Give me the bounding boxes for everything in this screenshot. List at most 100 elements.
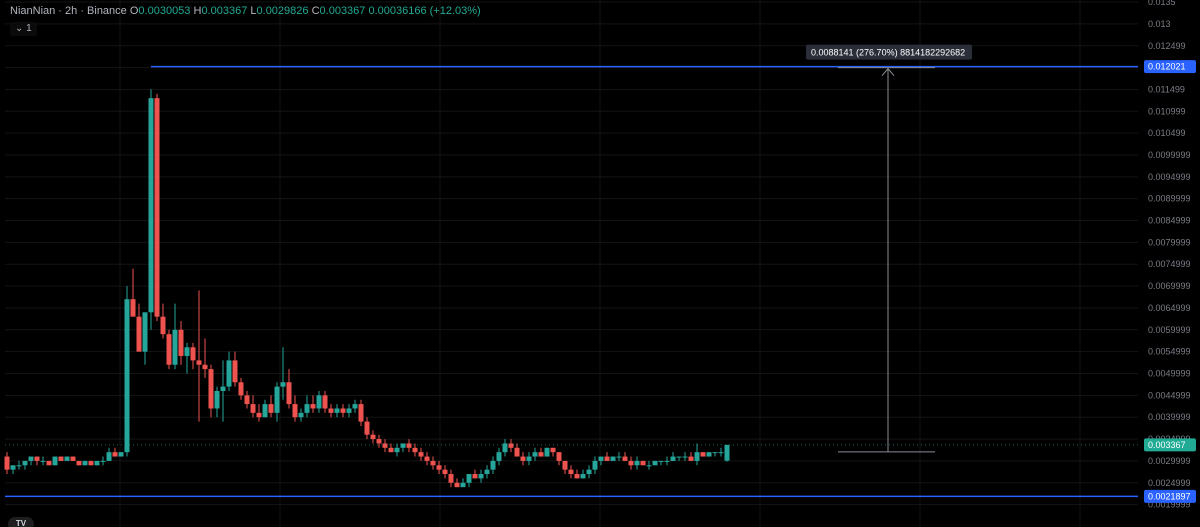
candle-body bbox=[706, 452, 712, 457]
candle-body bbox=[478, 474, 484, 479]
candle-body bbox=[148, 98, 154, 313]
candle-body bbox=[244, 395, 250, 405]
candle-body bbox=[718, 452, 724, 454]
high-value: 0.003367 bbox=[201, 5, 248, 17]
candle-body bbox=[658, 460, 664, 462]
candle-body bbox=[700, 452, 706, 457]
candle-body bbox=[370, 434, 376, 440]
candle-body bbox=[256, 412, 262, 418]
candle-body bbox=[10, 465, 16, 470]
indicator-count: 1 bbox=[26, 23, 32, 34]
tradingview-logo[interactable]: TV bbox=[8, 517, 34, 527]
candle-body bbox=[124, 299, 130, 453]
candle-body bbox=[154, 98, 160, 317]
candle-body bbox=[106, 452, 112, 461]
candle-body bbox=[112, 452, 118, 457]
candle-body bbox=[652, 460, 658, 466]
candle-body bbox=[94, 460, 100, 466]
symbol-legend[interactable]: NianNian · 2h · Binance O0.0030053 H0.00… bbox=[10, 5, 481, 17]
candle-body bbox=[40, 460, 46, 462]
candle-body bbox=[550, 447, 556, 453]
chevron-down-icon: ⌄ bbox=[15, 23, 24, 34]
candle-body bbox=[358, 404, 364, 422]
candle-body bbox=[310, 404, 316, 409]
chart-container[interactable]: 0.0088141 (276.70%) 8814182292682 0.0135… bbox=[0, 0, 1200, 527]
candle-body bbox=[634, 460, 640, 466]
candle-body bbox=[724, 444, 730, 461]
candle-body bbox=[238, 382, 244, 396]
candle-body bbox=[196, 360, 202, 365]
price-tick-label: 0.0039999 bbox=[1148, 412, 1191, 422]
candle-body bbox=[346, 408, 352, 413]
candle-body bbox=[52, 456, 58, 466]
candle-body bbox=[520, 456, 526, 461]
price-axis[interactable]: 0.01350.0130.0124990.0119990.0114990.010… bbox=[1148, 0, 1191, 510]
candle-body bbox=[544, 447, 550, 457]
price-tick-label: 0.010499 bbox=[1148, 128, 1186, 138]
candle-body bbox=[34, 456, 40, 461]
candle-body bbox=[442, 469, 448, 475]
candle-body bbox=[424, 456, 430, 461]
candle-body bbox=[508, 443, 514, 448]
candle-body bbox=[166, 334, 172, 365]
candle-body bbox=[268, 404, 274, 413]
candle-body bbox=[178, 329, 184, 357]
candle-body bbox=[232, 360, 238, 383]
candle-body bbox=[466, 474, 472, 483]
candle-body bbox=[592, 460, 598, 470]
candle-body bbox=[664, 460, 670, 462]
candle-body bbox=[688, 456, 694, 461]
candle-body bbox=[412, 447, 418, 453]
candle-body bbox=[670, 456, 676, 461]
candle-body bbox=[514, 447, 520, 457]
price-tick-label: 0.0024999 bbox=[1148, 478, 1191, 488]
candle-body bbox=[202, 364, 208, 370]
price-tick-label: 0.013 bbox=[1148, 19, 1171, 29]
candle-body bbox=[46, 460, 52, 466]
price-tick-label: 0.0049999 bbox=[1148, 369, 1191, 379]
candle-body bbox=[70, 456, 76, 461]
price-tick-label: 0.0074999 bbox=[1148, 259, 1191, 269]
price-tick-label: 0.0059999 bbox=[1148, 325, 1191, 335]
candle-body bbox=[616, 456, 622, 458]
candle-body bbox=[418, 452, 424, 457]
candle-layer bbox=[4, 89, 730, 488]
candle-body bbox=[382, 443, 388, 448]
candle-body bbox=[532, 452, 538, 457]
candle-body bbox=[274, 386, 280, 413]
symbol-title: NianNian · 2h · Binance bbox=[10, 5, 127, 17]
candle-body bbox=[400, 443, 406, 448]
candle-body bbox=[556, 452, 562, 461]
candle-body bbox=[4, 456, 10, 470]
candle-body bbox=[586, 469, 592, 475]
measure-tool[interactable]: 0.0088141 (276.70%) 8814182292682 bbox=[806, 44, 972, 453]
candle-body bbox=[604, 456, 610, 461]
candle-body bbox=[16, 465, 22, 467]
grid-layer bbox=[5, 0, 1138, 527]
candle-body bbox=[172, 329, 178, 365]
price-chart[interactable]: 0.0088141 (276.70%) 8814182292682 0.0135… bbox=[0, 0, 1200, 527]
upper-line-price-label: 0.012021 bbox=[1148, 62, 1186, 72]
price-tick-label: 0.011499 bbox=[1148, 84, 1185, 94]
candle-body bbox=[526, 456, 532, 461]
candle-body bbox=[184, 347, 190, 357]
low-value: 0.0029826 bbox=[256, 5, 309, 17]
close-value: 0.003367 bbox=[319, 5, 366, 17]
candle-body bbox=[460, 482, 466, 488]
candle-body bbox=[676, 456, 682, 458]
lower-line-price-tag: 0.0021897 bbox=[1144, 489, 1196, 503]
candle-body bbox=[286, 382, 292, 405]
close-label: C bbox=[311, 5, 320, 17]
candle-body bbox=[394, 447, 400, 453]
candle-body bbox=[430, 460, 436, 466]
price-tick-label: 0.0069999 bbox=[1148, 281, 1191, 291]
legend-collapse-button[interactable]: ⌄ 1 bbox=[10, 22, 37, 36]
candle-body bbox=[364, 421, 370, 435]
candle-body bbox=[712, 452, 718, 454]
price-tick-label: 0.0135 bbox=[1148, 0, 1176, 7]
change-value: 0.00036166 (+12.03%) bbox=[368, 5, 481, 17]
lower-line-price-label: 0.0021897 bbox=[1148, 491, 1191, 501]
measure-label: 0.0088141 (276.70%) 8814182292682 bbox=[811, 48, 965, 58]
candle-body bbox=[316, 395, 322, 409]
candle-body bbox=[388, 447, 394, 453]
